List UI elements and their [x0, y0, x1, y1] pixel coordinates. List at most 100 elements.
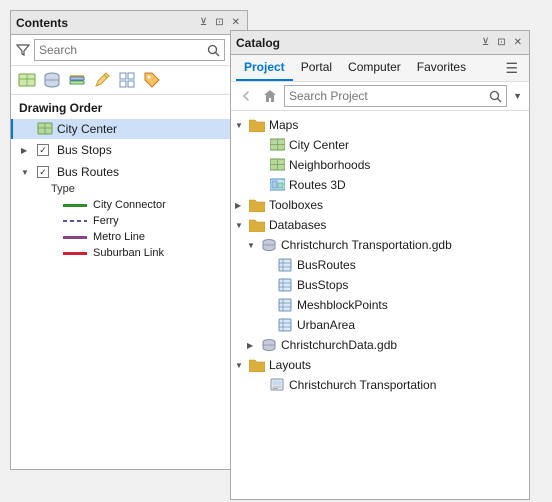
expand-christchurch-data-gdb-arrow: ▶	[247, 341, 259, 350]
catalog-nav: ▼	[231, 82, 529, 111]
catalog-search-button[interactable]	[489, 90, 502, 103]
ferry-label: Ferry	[93, 215, 119, 227]
contents-title: Contents	[16, 16, 68, 30]
catalog-tabs: Project Portal Computer Favorites ☰	[231, 55, 529, 82]
tree-item-urban-area-db[interactable]: UrbanArea	[231, 315, 529, 335]
tree-item-christchurch-gdb[interactable]: ▼ Christchurch Transportation.gdb	[231, 235, 529, 255]
catalog-search-input[interactable]	[289, 89, 489, 103]
catalog-search-container	[284, 85, 507, 107]
catalog-pin-button[interactable]: ⊻	[480, 38, 491, 48]
search-input-container	[34, 39, 225, 61]
tree-item-meshblock-db[interactable]: MeshblockPoints	[231, 295, 529, 315]
edit-button[interactable]	[91, 69, 113, 91]
bus-stops-db-icon	[277, 277, 293, 293]
section-drawing-order: Drawing Order	[11, 99, 247, 119]
tab-computer[interactable]: Computer	[340, 55, 409, 81]
catalog-close-button[interactable]: ✕	[512, 38, 524, 48]
city-connector-label: City Connector	[93, 199, 166, 211]
tab-favorites[interactable]: Favorites	[409, 55, 474, 81]
tree-item-christchurch-data-gdb[interactable]: ▶ ChristchurchData.gdb	[231, 335, 529, 355]
city-center-label: City Center	[57, 122, 117, 136]
expand-christchurch-gdb-arrow: ▼	[247, 241, 259, 250]
tree-item-layouts[interactable]: ▼ Layouts	[231, 355, 529, 375]
catalog-search-dropdown[interactable]: ▼	[511, 92, 524, 101]
tree-item-routes-3d[interactable]: Routes 3D	[231, 175, 529, 195]
contents-toolbar	[11, 66, 247, 95]
contents-controls: ⊻ ⊡ ✕	[198, 18, 242, 28]
map-icon	[37, 121, 53, 137]
bus-stops-checkbox[interactable]	[37, 144, 49, 156]
neighborhoods-label: Neighborhoods	[289, 158, 370, 172]
bus-routes-label: Bus Routes	[57, 165, 119, 179]
catalog-panel: Catalog ⊻ ⊡ ✕ Project Portal Computer Fa…	[230, 30, 530, 500]
christchurch-gdb-icon	[261, 237, 277, 253]
tree-item-bus-routes-db[interactable]: BusRoutes	[231, 255, 529, 275]
expand-databases-arrow: ▼	[235, 221, 247, 230]
maps-folder-icon	[249, 117, 265, 133]
urban-area-db-icon	[277, 317, 293, 333]
tree-item-neighborhoods[interactable]: Neighborhoods	[231, 155, 529, 175]
catalog-float-button[interactable]: ⊡	[495, 38, 507, 48]
bus-routes-checkbox[interactable]	[37, 166, 49, 178]
contents-panel: Contents ⊻ ⊡ ✕ ▼	[10, 10, 248, 470]
pin-button[interactable]: ⊻	[198, 18, 209, 28]
tree-item-databases[interactable]: ▼ Databases	[231, 215, 529, 235]
tab-project[interactable]: Project	[236, 55, 293, 81]
filter-icon[interactable]	[16, 43, 30, 57]
catalog-title: Catalog	[236, 36, 280, 50]
christchurch-layout-icon	[269, 377, 285, 393]
tree-item-bus-routes[interactable]: ▼ Bus Routes	[11, 163, 247, 181]
tree-item-toolboxes[interactable]: ▶ Toolboxes	[231, 195, 529, 215]
catalog-tree: ▼ Maps City Center	[231, 111, 529, 499]
legend-ferry: Ferry	[11, 213, 247, 229]
suburban-line	[63, 252, 87, 255]
database-button[interactable]	[41, 69, 63, 91]
expand-toolboxes-arrow: ▶	[235, 201, 247, 210]
tree-item-maps[interactable]: ▼ Maps	[231, 115, 529, 135]
bus-stops-label: Bus Stops	[57, 143, 112, 157]
grid-button[interactable]	[116, 69, 138, 91]
layouts-label: Layouts	[269, 358, 311, 372]
routes-3d-icon	[269, 177, 285, 193]
close-button[interactable]: ✕	[230, 18, 242, 28]
expand-arrow-bus-stops: ▶	[21, 146, 33, 155]
neighborhoods-map-icon	[269, 157, 285, 173]
city-center-map-icon	[269, 137, 285, 153]
meshblock-db-label: MeshblockPoints	[297, 298, 388, 312]
catalog-menu-button[interactable]: ☰	[499, 56, 524, 81]
add-map-button[interactable]	[16, 69, 38, 91]
tab-portal[interactable]: Portal	[293, 55, 340, 81]
back-button[interactable]	[236, 86, 256, 106]
tree-item-city-center[interactable]: City Center	[11, 119, 247, 139]
expand-arrow-bus-routes: ▼	[21, 168, 33, 177]
tree-item-christchurch-transport-layout[interactable]: Christchurch Transportation	[231, 375, 529, 395]
urban-area-db-label: UrbanArea	[297, 318, 355, 332]
bus-routes-db-label: BusRoutes	[297, 258, 356, 272]
tree-item-bus-stops-db[interactable]: BusStops	[231, 275, 529, 295]
tree-item-bus-stops[interactable]: ▶ Bus Stops	[11, 141, 247, 159]
metro-line	[63, 236, 87, 239]
bus-stops-db-label: BusStops	[297, 278, 348, 292]
suburban-label: Suburban Link	[93, 247, 164, 259]
tree-item-type-label: Type	[11, 181, 247, 197]
expand-maps-arrow: ▼	[235, 121, 247, 130]
databases-label: Databases	[269, 218, 326, 232]
search-bar: ▼	[11, 35, 247, 66]
float-button[interactable]: ⊡	[213, 18, 225, 28]
tree-item-catalog-city-center[interactable]: City Center	[231, 135, 529, 155]
databases-folder-icon	[249, 217, 265, 233]
contents-titlebar: Contents ⊻ ⊡ ✕	[11, 11, 247, 35]
layer-button[interactable]	[66, 69, 88, 91]
toolboxes-label: Toolboxes	[269, 198, 323, 212]
home-button[interactable]	[260, 86, 280, 106]
bus-routes-db-icon	[277, 257, 293, 273]
search-input[interactable]	[39, 43, 207, 57]
catalog-controls: ⊻ ⊡ ✕	[480, 38, 524, 48]
meshblock-db-icon	[277, 297, 293, 313]
search-button[interactable]	[207, 44, 220, 57]
type-label: Type	[51, 183, 75, 195]
layouts-folder-icon	[249, 357, 265, 373]
toolboxes-folder-icon	[249, 197, 265, 213]
tag-button[interactable]	[141, 69, 163, 91]
maps-label: Maps	[269, 118, 298, 132]
